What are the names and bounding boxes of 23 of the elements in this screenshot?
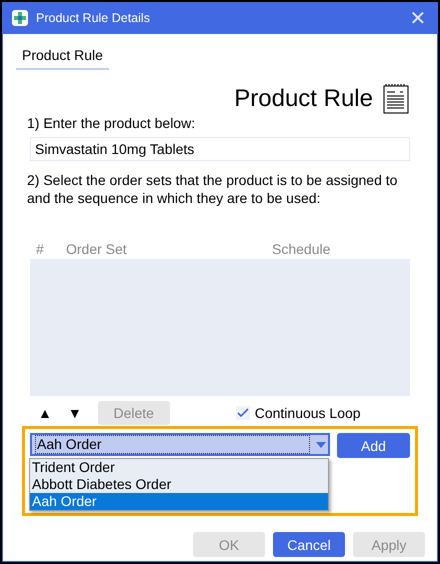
add-button[interactable]: Add [337, 433, 410, 458]
dropdown-option[interactable]: Abbott Diabetes Order [30, 476, 328, 493]
move-up-button[interactable]: ▲ [30, 405, 60, 421]
tab[interactable]: Product Rule [16, 44, 109, 70]
page-heading: Product Rule [234, 85, 373, 113]
notepad-icon [383, 84, 409, 114]
close-button[interactable]: ✕ [398, 2, 438, 34]
move-down-button[interactable]: ▼ [60, 405, 90, 421]
column-header: Schedule [271, 241, 332, 257]
product-field[interactable]: Simvastatin 10mg Tablets [30, 137, 410, 161]
checkbox[interactable] [236, 406, 250, 420]
window-title: Product Rule Details [36, 11, 151, 25]
continuous-loop-label: Continuous Loop [254, 405, 361, 421]
order-set-dropdown[interactable]: Aah Order [30, 433, 330, 456]
dialog-button[interactable]: Cancel [273, 532, 345, 557]
dropdown-option[interactable]: Aah Order [30, 493, 328, 510]
step-two-label: 2) Select the order sets that the product is to be assigned to and the sequence in which they are to be used: [27, 171, 398, 207]
caret-icon [316, 442, 326, 448]
dropdown-option[interactable]: Trident Order [30, 459, 328, 476]
app-logo-icon [12, 10, 28, 26]
column-header: # [35, 241, 45, 257]
column-header: Order Set [65, 241, 128, 257]
step-one-label: 1) Enter the product below: [27, 114, 196, 132]
